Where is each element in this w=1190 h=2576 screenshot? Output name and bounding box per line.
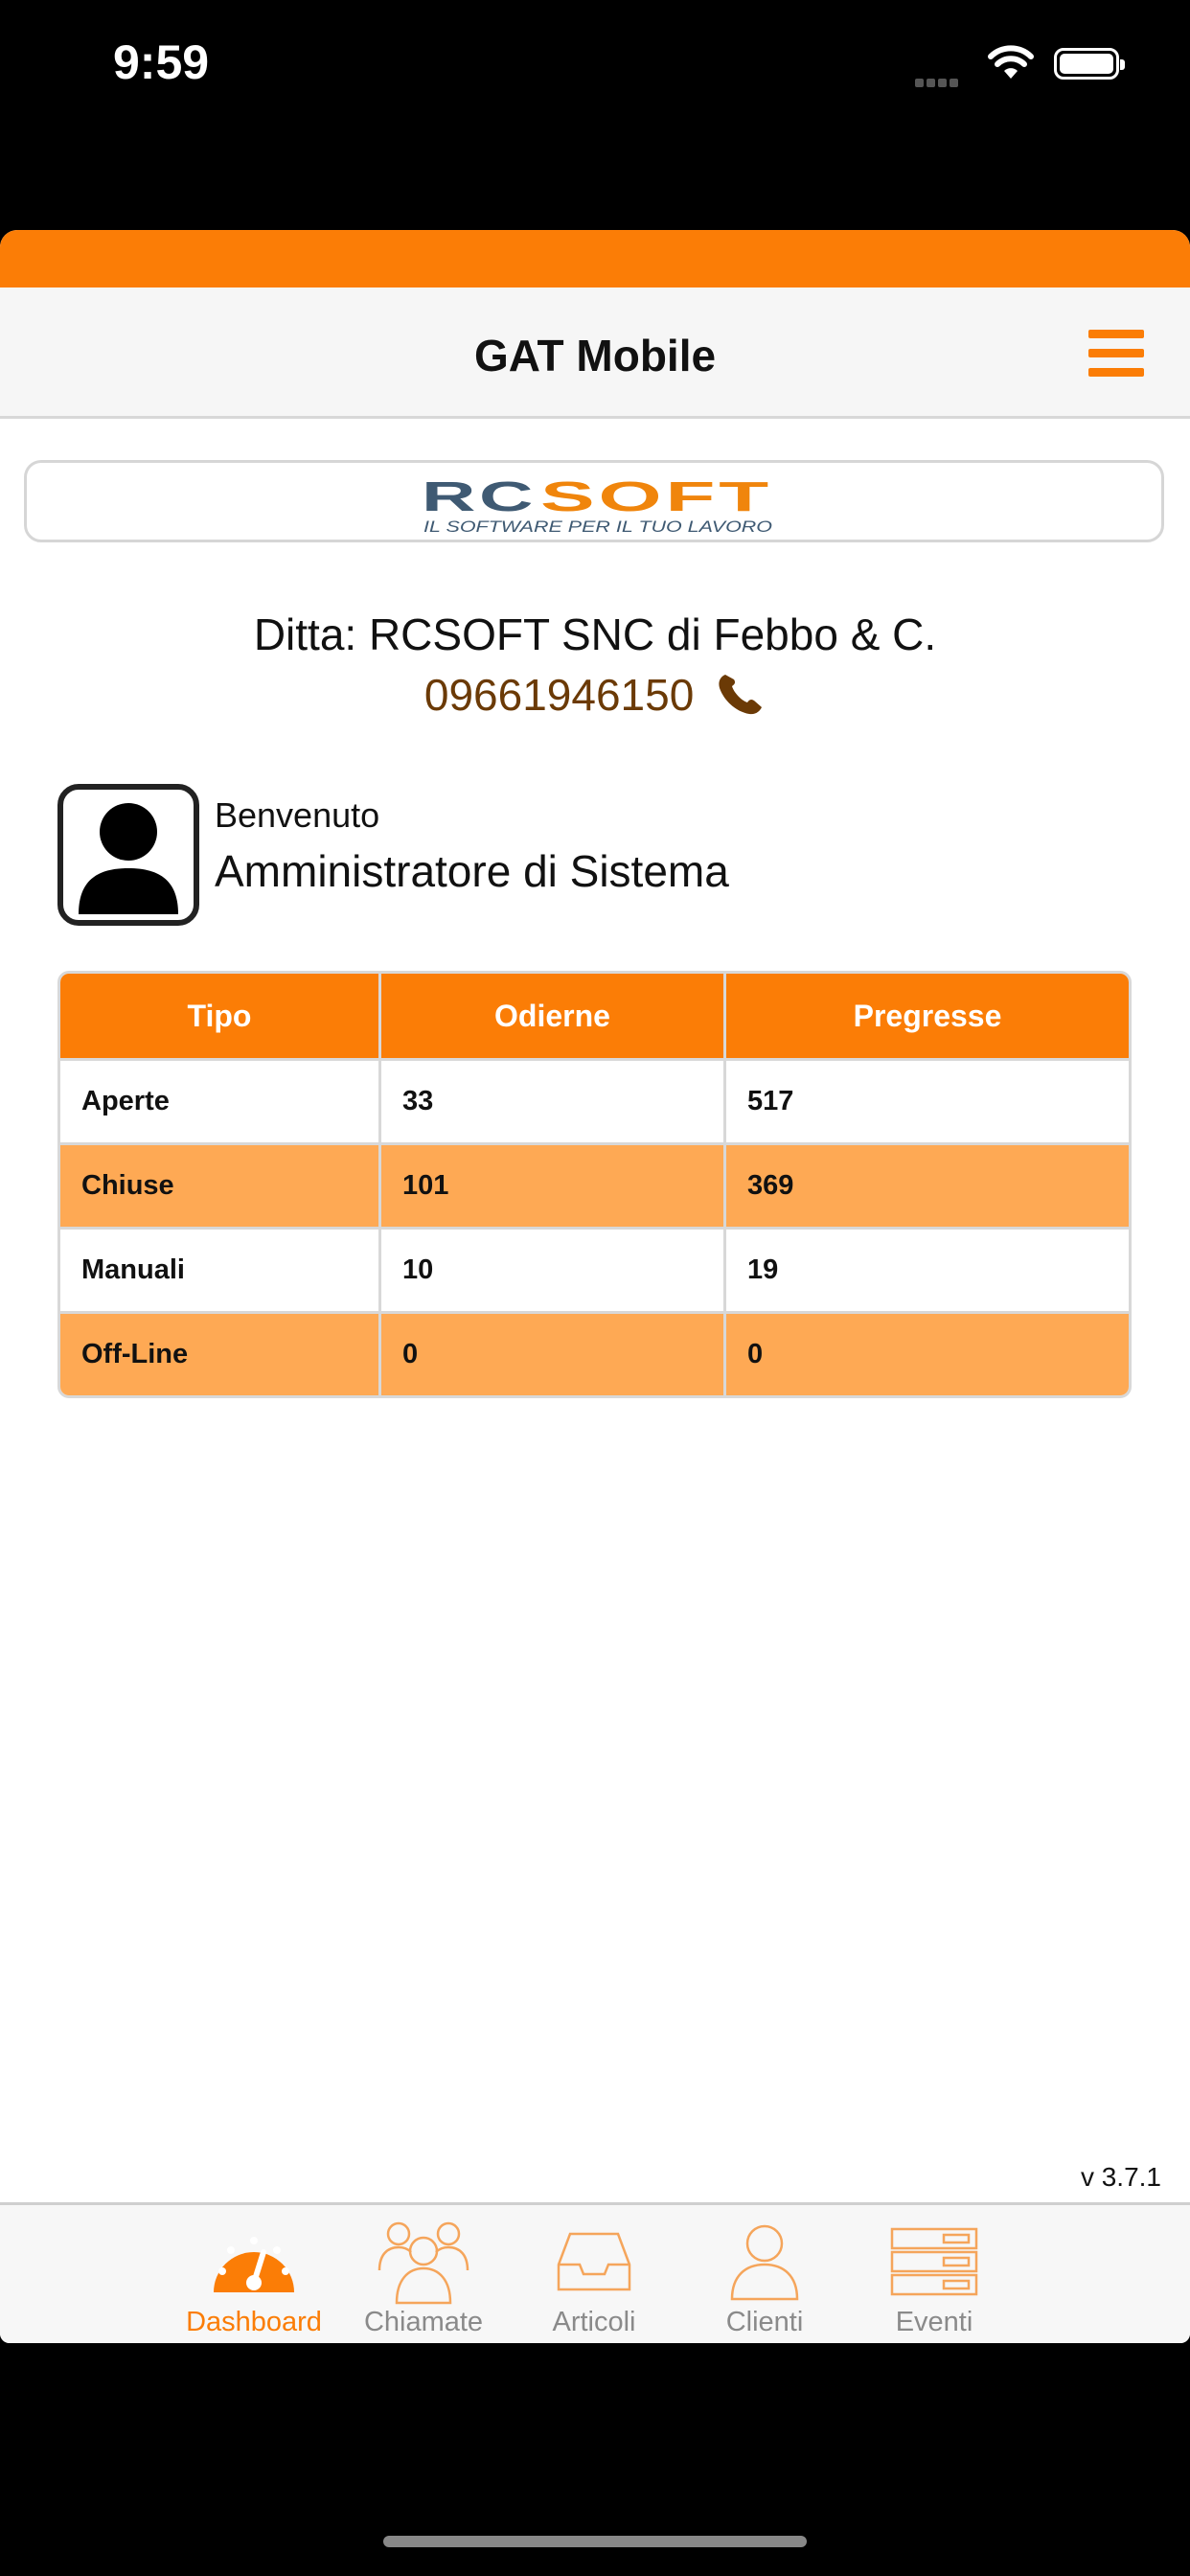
table-cell: 369 bbox=[726, 1142, 1129, 1227]
table-cell: Off-Line bbox=[60, 1311, 381, 1395]
phone-icon[interactable] bbox=[716, 672, 766, 716]
table-row: Aperte 33 517 bbox=[60, 1058, 1129, 1142]
table-cell: Chiuse bbox=[60, 1142, 381, 1227]
table-cell: 33 bbox=[381, 1058, 726, 1142]
status-time: 9:59 bbox=[113, 35, 210, 89]
company-phone-number[interactable]: 09661946150 bbox=[424, 670, 694, 720]
dashboard-gauge-icon bbox=[214, 2237, 294, 2292]
inbox-tray-icon bbox=[557, 2232, 631, 2291]
user-avatar bbox=[57, 784, 199, 926]
table-cell: Manuali bbox=[60, 1227, 381, 1311]
home-indicator[interactable] bbox=[383, 2536, 807, 2547]
tab-label: Articoli bbox=[552, 2307, 636, 2337]
column-header-odierne: Odierne bbox=[381, 974, 726, 1058]
table-header-row: Tipo Odierne Pregresse bbox=[60, 974, 1129, 1058]
company-name: Ditta: RCSOFT SNC di Febbo & C. bbox=[253, 610, 937, 659]
page-title: GAT Mobile bbox=[473, 331, 717, 380]
table-row: Manuali 10 19 bbox=[60, 1227, 1129, 1311]
table-cell: 101 bbox=[381, 1142, 726, 1227]
status-bar: 9:59 bbox=[0, 0, 1190, 129]
list-stack-icon bbox=[890, 2227, 978, 2296]
tab-clienti[interactable]: Clienti bbox=[683, 2219, 846, 2338]
table-cell: 19 bbox=[726, 1227, 1129, 1311]
tab-dashboard[interactable]: Dashboard bbox=[172, 2219, 335, 2338]
table-cell: Aperte bbox=[60, 1058, 381, 1142]
wifi-icon bbox=[987, 44, 1035, 85]
tab-label: Dashboard bbox=[186, 2307, 322, 2337]
group-people-icon bbox=[378, 2221, 469, 2305]
tab-eventi[interactable]: Eventi bbox=[853, 2219, 1016, 2338]
welcome-label: Benvenuto bbox=[215, 795, 380, 835]
table-cell: 10 bbox=[381, 1227, 726, 1311]
tab-chiamate[interactable]: Chiamate bbox=[342, 2219, 505, 2338]
tab-articoli[interactable]: Articoli bbox=[513, 2219, 675, 2338]
battery-icon bbox=[1054, 48, 1125, 80]
person-icon bbox=[730, 2224, 799, 2301]
app-version: v 3.7.1 bbox=[1080, 2162, 1161, 2192]
logo-text-rc: RC bbox=[422, 474, 537, 520]
user-name: Amministratore di Sistema bbox=[215, 846, 729, 896]
table-cell: 0 bbox=[726, 1311, 1129, 1395]
logo-tagline: IL SOFTWARE PER IL TUO LAVORO bbox=[423, 518, 772, 534]
tab-label: Clienti bbox=[725, 2307, 804, 2337]
rcsoft-logo: RC SOFT IL SOFTWARE PER IL TUO LAVORO bbox=[422, 474, 772, 534]
calls-summary-table: Tipo Odierne Pregresse Aperte 33 517 Chi… bbox=[57, 971, 1132, 1398]
header-accent-band bbox=[0, 230, 1190, 288]
tab-label: Chiamate bbox=[363, 2307, 484, 2337]
column-header-pregresse: Pregresse bbox=[726, 974, 1129, 1058]
user-silhouette-icon bbox=[79, 803, 178, 914]
cellular-signal-icon bbox=[915, 75, 961, 92]
navigation-bar: GAT Mobile bbox=[0, 288, 1190, 419]
company-phone-link[interactable]: 09661946150 bbox=[0, 669, 1190, 721]
table-cell: 517 bbox=[726, 1058, 1129, 1142]
table-cell: 0 bbox=[381, 1311, 726, 1395]
company-logo-banner: RC SOFT IL SOFTWARE PER IL TUO LAVORO bbox=[24, 460, 1164, 542]
logo-text-soft: SOFT bbox=[540, 474, 772, 520]
tab-label: Eventi bbox=[895, 2307, 973, 2337]
table-row: Chiuse 101 369 bbox=[60, 1142, 1129, 1227]
bottom-tab-bar: Dashboard Chiamate Articoli Clienti Even… bbox=[0, 2202, 1190, 2343]
table-row: Off-Line 0 0 bbox=[60, 1311, 1129, 1395]
app-window: GAT Mobile RC SOFT IL SOFTWARE PER IL TU… bbox=[0, 230, 1190, 2343]
column-header-tipo: Tipo bbox=[60, 974, 381, 1058]
menu-hamburger-icon[interactable] bbox=[1088, 330, 1144, 378]
